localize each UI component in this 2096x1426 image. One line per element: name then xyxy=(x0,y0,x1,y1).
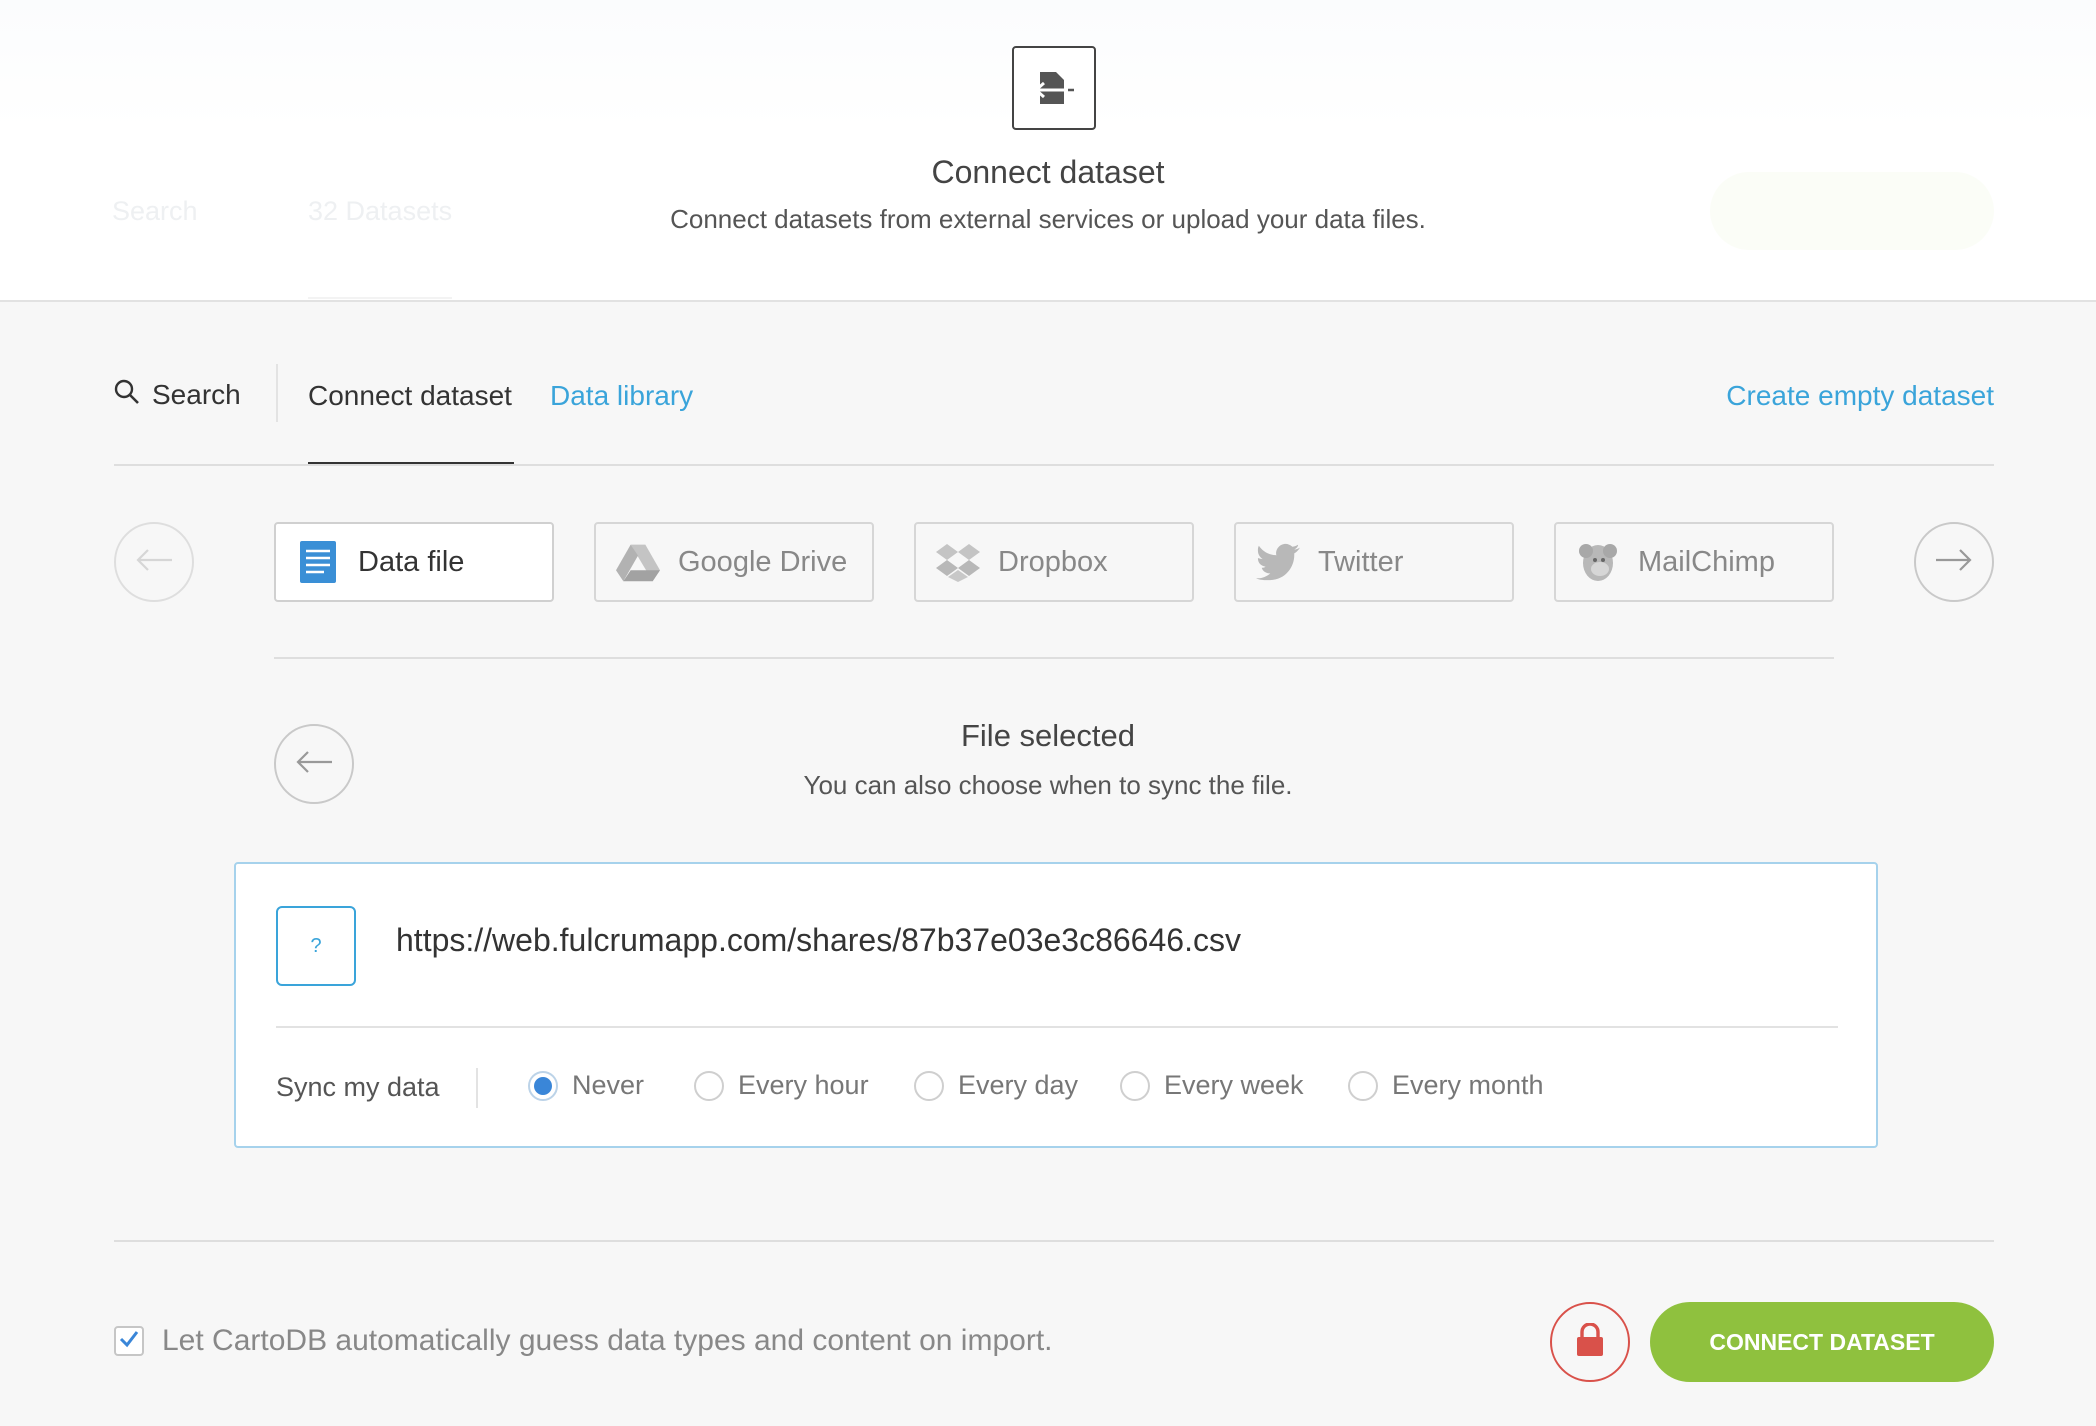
tab-connect-dataset[interactable]: Connect dataset xyxy=(308,368,514,464)
privacy-lock-button[interactable] xyxy=(1550,1302,1630,1382)
carousel-next-button[interactable] xyxy=(1914,522,1994,602)
document-icon xyxy=(296,540,340,584)
service-dropbox[interactable]: Dropbox xyxy=(914,522,1194,602)
guess-types-checkbox[interactable] xyxy=(114,1326,144,1356)
tab-data-library[interactable]: Data library xyxy=(550,380,693,412)
mailchimp-icon xyxy=(1576,540,1620,584)
modal-title: Connect dataset xyxy=(931,154,1165,190)
service-label: Data file xyxy=(358,545,465,578)
card-divider xyxy=(276,1026,1838,1028)
sync-option-every-day[interactable]: Every day xyxy=(914,1070,1078,1101)
radio[interactable] xyxy=(694,1070,724,1101)
sync-label: Sync my data xyxy=(276,1072,440,1102)
sync-option-every-month[interactable]: Every month xyxy=(1348,1070,1544,1101)
radio-selected[interactable] xyxy=(528,1070,558,1101)
file-card: ? https://web.fulcrumapp.com/shares/87b3… xyxy=(234,862,1878,1148)
service-google-drive[interactable]: Google Drive xyxy=(594,522,874,602)
service-label: Google Drive xyxy=(678,545,848,578)
connect-dataset-button[interactable]: CONNECT DATASET xyxy=(1650,1302,1994,1382)
sync-option-every-week[interactable]: Every week xyxy=(1120,1070,1304,1101)
modal-subtitle: Connect datasets from external services … xyxy=(670,204,1426,234)
google-drive-icon xyxy=(616,540,660,584)
tab-bar: Search Connect dataset Data library Crea… xyxy=(114,360,1994,466)
file-url: https://web.fulcrumapp.com/shares/87b37e… xyxy=(396,922,1241,958)
tab-search-label: Search xyxy=(152,379,241,410)
tab-separator xyxy=(276,364,278,422)
lock-icon xyxy=(1576,1321,1604,1362)
radio[interactable] xyxy=(1120,1070,1150,1101)
dropbox-icon xyxy=(936,540,980,584)
service-twitter[interactable]: Twitter xyxy=(1234,522,1514,602)
service-label: MailChimp xyxy=(1638,545,1775,578)
sync-option-every-hour[interactable]: Every hour xyxy=(694,1070,869,1101)
service-data-file[interactable]: Data file xyxy=(274,522,554,602)
unknown-file-icon: ? xyxy=(276,906,356,986)
file-selected-subtitle: You can also choose when to sync the fil… xyxy=(803,770,1293,800)
sync-separator xyxy=(476,1068,478,1108)
footer-divider xyxy=(114,1240,1994,1242)
carousel-prev-button[interactable] xyxy=(114,522,194,602)
search-icon xyxy=(114,379,140,412)
modal-header: Search 32 Datasets Connect dataset Conne… xyxy=(0,0,2096,302)
checkmark-icon xyxy=(119,1328,139,1354)
arrow-left-icon xyxy=(134,548,174,577)
radio[interactable] xyxy=(914,1070,944,1101)
service-label: Twitter xyxy=(1318,545,1404,578)
service-label: Dropbox xyxy=(998,545,1108,578)
service-mailchimp[interactable]: MailChimp xyxy=(1554,522,1834,602)
radio[interactable] xyxy=(1348,1070,1378,1101)
tab-search[interactable]: Search xyxy=(114,368,241,422)
arrow-right-icon xyxy=(1934,548,1974,577)
file-selected-title: File selected xyxy=(960,718,1136,753)
services-divider xyxy=(274,657,1834,659)
import-arrow-icon xyxy=(1012,46,1096,130)
twitter-icon xyxy=(1256,540,1300,584)
guess-types-label: Let CartoDB automatically guess data typ… xyxy=(162,1324,1053,1357)
create-empty-dataset-link[interactable]: Create empty dataset xyxy=(1726,380,1994,412)
sync-option-never[interactable]: Never xyxy=(528,1070,644,1101)
